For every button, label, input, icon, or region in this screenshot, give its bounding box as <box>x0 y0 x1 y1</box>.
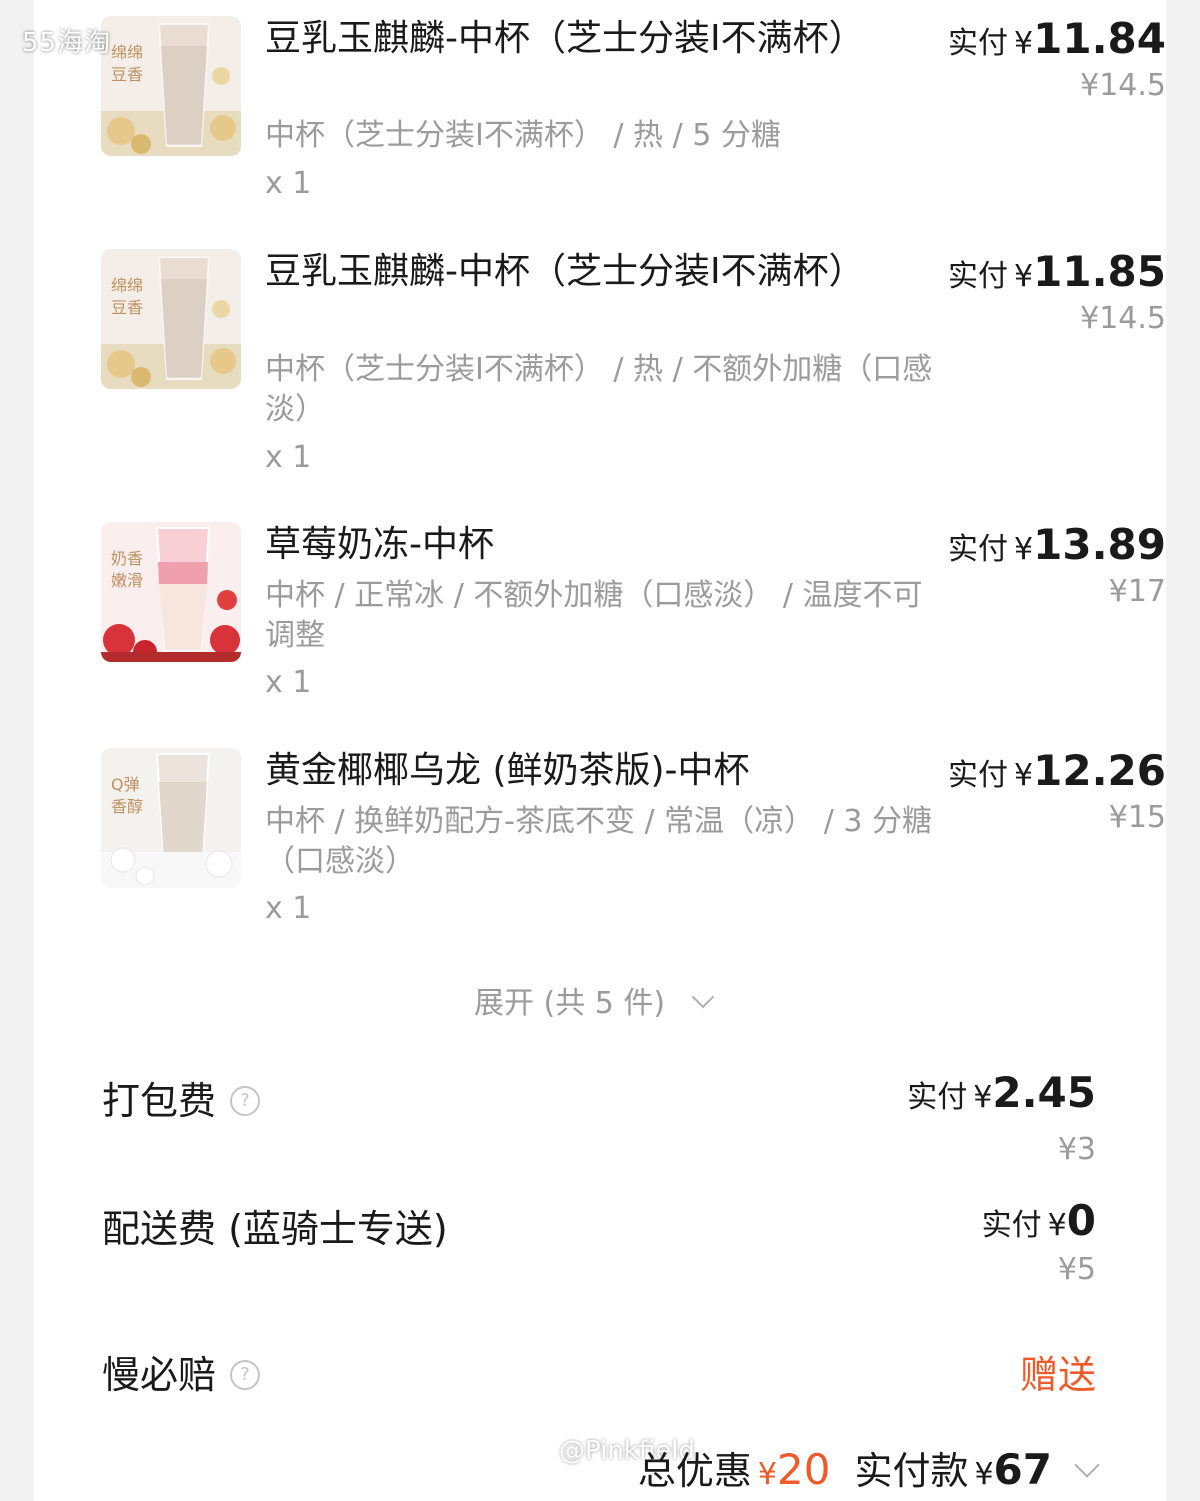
total-paid-label: 实付款 <box>854 1449 969 1493</box>
product-options: 中杯 / 换鲜奶配方-茶底不变 / 常温（凉） / 3 分糖（口感淡） <box>265 804 932 879</box>
packing-fee-label: 打包费? <box>102 1070 261 1125</box>
watermark-logo: 55海淘 <box>22 28 112 58</box>
paid-price: 实付 ¥11.85 <box>948 247 1166 296</box>
order-detail-card: 绵绵豆香 豆乳玉麒麟-中杯（芝士分装I不满杯） 中杯（芝士分装I不满杯） / 热… <box>34 0 1166 1501</box>
paid-label: 实付 <box>948 259 1009 294</box>
packing-fee-original: ¥3 <box>1057 1132 1096 1167</box>
delivery-fee-label: 配送费 (蓝骑士专送) <box>102 1207 448 1251</box>
product-tag: 奶香嫩滑 <box>111 549 144 590</box>
total-discount-amount: 20 <box>776 1445 831 1494</box>
original-price: ¥14.5 <box>1080 68 1166 103</box>
product-options: 中杯（芝士分装I不满杯） / 热 / 不额外加糖（口感淡） <box>265 352 933 427</box>
product-image: 奶香嫩滑 <box>101 522 241 662</box>
late-guarantee-label: 慢必赔? <box>102 1344 261 1399</box>
product-title: 豆乳玉麒麟-中杯（芝士分装I不满杯） <box>265 18 865 59</box>
currency-symbol: ¥ <box>1014 26 1034 61</box>
currency-symbol: ¥ <box>1014 259 1034 294</box>
paid-price: 实付 ¥12.26 <box>948 746 1166 795</box>
product-title: 草莓奶冻-中杯 <box>265 524 494 565</box>
product-options: 中杯 / 正常冰 / 不额外加糖（口感淡） / 温度不可调整 <box>265 578 923 653</box>
expand-label: 展开 (共 5 件) <box>474 986 666 1021</box>
paid-label: 实付 <box>948 26 1009 61</box>
delivery-fee-original: ¥5 <box>1057 1252 1096 1287</box>
paid-label: 实付 <box>907 1080 968 1115</box>
currency-symbol: ¥ <box>1047 1208 1067 1243</box>
expand-items-button[interactable]: 展开 (共 5 件) <box>474 978 715 1022</box>
product-quantity: x 1 <box>265 665 312 700</box>
currency-symbol: ¥ <box>973 1080 993 1115</box>
paid-label: 实付 <box>948 532 1009 567</box>
product-tag: 绵绵豆香 <box>111 276 144 317</box>
paid-amount: 13.89 <box>1033 520 1166 569</box>
paid-price: 实付 ¥11.84 <box>948 14 1166 63</box>
delivery-fee-paid: 实付 ¥0 <box>982 1196 1096 1245</box>
paid-amount: 2.45 <box>992 1068 1096 1117</box>
late-guarantee-value: 赠送 <box>1019 1353 1096 1397</box>
original-price: ¥14.5 <box>1080 301 1166 336</box>
paid-amount: 12.26 <box>1033 746 1166 795</box>
paid-amount: 11.85 <box>1033 247 1166 296</box>
product-tag: Q弹香醇 <box>111 775 144 816</box>
late-guarantee-text: 慢必赔 <box>102 1353 217 1397</box>
total-paid-amount: 67 <box>993 1445 1052 1494</box>
currency-symbol: ¥ <box>1014 758 1034 793</box>
currency-symbol: ¥ <box>1014 532 1034 567</box>
product-title: 黄金椰椰乌龙 (鲜奶茶版)-中杯 <box>265 750 750 791</box>
total-discount-label: 总优惠 <box>637 1449 752 1493</box>
product-image: 绵绵豆香 <box>101 16 241 156</box>
product-title: 豆乳玉麒麟-中杯（芝士分装I不满杯） <box>265 251 865 292</box>
product-options: 中杯（芝士分装I不满杯） / 热 / 5 分糖 <box>265 118 781 153</box>
paid-amount: 0 <box>1066 1196 1096 1245</box>
help-circle-icon[interactable]: ? <box>230 1085 261 1116</box>
currency-symbol: ¥ <box>757 1457 777 1492</box>
packing-fee-text: 打包费 <box>102 1079 217 1123</box>
product-quantity: x 1 <box>265 891 312 926</box>
product-tag: 绵绵豆香 <box>111 43 144 84</box>
product-quantity: x 1 <box>265 440 312 475</box>
paid-label: 实付 <box>948 758 1009 793</box>
original-price: ¥17 <box>1108 574 1166 609</box>
chevron-down-icon <box>691 985 715 1009</box>
product-quantity: x 1 <box>265 166 312 201</box>
chevron-down-icon[interactable] <box>1074 1452 1100 1478</box>
paid-amount: 11.84 <box>1033 14 1166 63</box>
original-price: ¥15 <box>1108 800 1166 835</box>
currency-symbol: ¥ <box>974 1457 994 1492</box>
product-image: Q弹香醇 <box>101 748 241 888</box>
packing-fee-paid: 实付 ¥2.45 <box>907 1068 1096 1117</box>
paid-price: 实付 ¥13.89 <box>948 520 1166 569</box>
help-circle-icon[interactable]: ? <box>230 1359 261 1390</box>
paid-label: 实付 <box>981 1208 1042 1243</box>
order-summary[interactable]: 总优惠 ¥20 实付款 ¥67 <box>637 1440 1100 1495</box>
product-image: 绵绵豆香 <box>101 249 241 389</box>
